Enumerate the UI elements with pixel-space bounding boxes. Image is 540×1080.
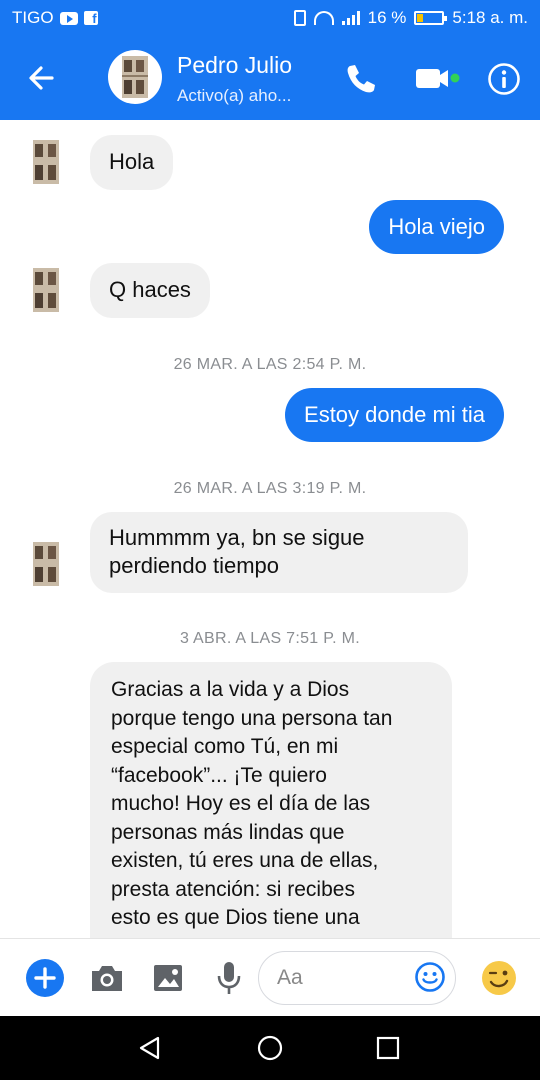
sender-avatar[interactable] xyxy=(20,538,72,590)
facebook-icon: f xyxy=(83,11,98,26)
clock: 5:18 a. m. xyxy=(452,8,528,27)
message-line: Hummmm ya, bn se sigue xyxy=(109,525,365,550)
status-bar: TIGO f 16 % 5:18 a. m. xyxy=(0,0,540,36)
sticker-button[interactable] xyxy=(480,959,518,997)
battery-percent: 16 % xyxy=(367,8,407,27)
message-line: “facebook”... ¡Te quiero xyxy=(111,763,327,787)
avatar-photo xyxy=(33,140,59,184)
message-timestamp: 26 MAR. A LAS 3:19 P. M. xyxy=(173,480,367,497)
incoming-message[interactable]: Hola xyxy=(90,135,174,190)
message-line: personas más lindas que xyxy=(111,820,345,844)
system-navigation-bar xyxy=(0,1016,540,1080)
conversation-header: Pedro Julio Activo(a) aho... xyxy=(0,36,540,120)
message-line: perdiendo tiempo xyxy=(109,553,280,578)
camera-icon xyxy=(92,966,122,991)
avatar-photo xyxy=(33,542,59,586)
message-line: Gracias a la vida y a Dios xyxy=(111,678,350,701)
message-line: mucho! Hoy es el día de las xyxy=(111,792,371,815)
video-camera-icon xyxy=(416,69,460,88)
emoji-icon xyxy=(415,962,445,992)
square-recents-icon xyxy=(376,1036,400,1060)
message-line: esto es que Dios tiene una xyxy=(111,906,360,929)
message-composer xyxy=(0,938,540,1016)
video-call-button[interactable] xyxy=(414,60,464,96)
emoji-button[interactable] xyxy=(414,961,446,993)
system-back-button[interactable] xyxy=(136,1034,164,1062)
signal-icon xyxy=(341,11,360,25)
more-actions-button[interactable] xyxy=(26,959,64,997)
avatar-photo xyxy=(122,56,148,98)
message-timestamp: 26 MAR. A LAS 2:54 P. M. xyxy=(173,356,367,373)
message-timestamp: 3 ABR. A LAS 7:51 P. M. xyxy=(179,630,361,647)
message-line: existen, tú eres una de ellas, xyxy=(111,849,379,872)
camera-button[interactable] xyxy=(89,961,125,995)
vibrate-icon xyxy=(293,10,306,26)
plus-icon xyxy=(34,967,56,989)
carrier-label: TIGO xyxy=(12,8,54,27)
gallery-button[interactable] xyxy=(151,961,185,995)
circle-home-icon xyxy=(257,1035,283,1061)
system-recents-button[interactable] xyxy=(376,1036,400,1060)
incoming-message[interactable]: Q haces xyxy=(90,263,210,318)
youtube-icon xyxy=(59,11,78,25)
wifi-icon xyxy=(313,11,334,25)
sender-avatar[interactable] xyxy=(20,136,72,188)
message-line: porque tengo una persona tan xyxy=(111,706,393,730)
sticker-icon xyxy=(482,961,516,995)
message-text: Hola viejo xyxy=(388,214,485,239)
message-text: Q haces xyxy=(109,277,191,302)
incoming-message[interactable]: Hummmm ya, bn se sigue perdiendo tiempo xyxy=(90,512,468,593)
voice-call-button[interactable] xyxy=(340,58,380,98)
sender-avatar[interactable] xyxy=(20,264,72,316)
message-line: presta atención: si recibes xyxy=(111,877,355,901)
back-button[interactable] xyxy=(22,58,62,98)
triangle-back-icon xyxy=(139,1036,160,1060)
info-button[interactable] xyxy=(484,60,524,100)
message-text: Estoy donde mi tia xyxy=(304,402,485,427)
battery-icon xyxy=(414,11,448,25)
image-icon xyxy=(154,965,182,991)
phone-icon xyxy=(347,65,375,93)
message-list[interactable]: Hola Hola viejo Q haces 26 MAR. A LAS 2:… xyxy=(0,120,540,938)
message-line: especial como Tú, en mi xyxy=(111,735,339,758)
contact-status: Activo(a) aho... xyxy=(177,86,292,105)
outgoing-message[interactable]: Hola viejo xyxy=(369,200,504,254)
voice-message-button[interactable] xyxy=(214,959,244,997)
message-text: Hola xyxy=(109,149,155,174)
outgoing-message[interactable]: Estoy donde mi tia xyxy=(285,388,504,442)
system-home-button[interactable] xyxy=(256,1034,284,1062)
message-input[interactable] xyxy=(277,964,397,992)
info-icon xyxy=(488,63,520,95)
contact-avatar[interactable] xyxy=(108,50,162,104)
arrow-left-icon xyxy=(29,66,54,90)
contact-name[interactable]: Pedro Julio xyxy=(177,52,292,79)
incoming-message[interactable]: Gracias a la vida y a Dios porque tengo … xyxy=(90,662,452,938)
microphone-icon xyxy=(217,962,241,994)
avatar-photo xyxy=(33,268,59,312)
